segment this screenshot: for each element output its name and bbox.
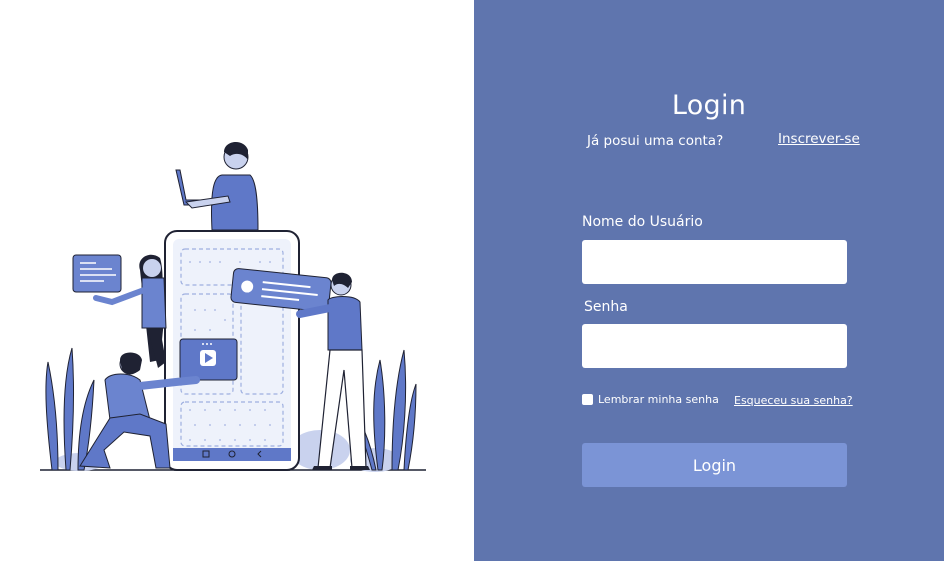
remember-me: Lembrar minha senha (582, 393, 719, 406)
username-label: Nome do Usuário (582, 214, 703, 230)
password-label: Senha (584, 299, 628, 315)
remember-label: Lembrar minha senha (598, 393, 719, 406)
username-input[interactable] (582, 240, 847, 284)
login-button[interactable]: Login (582, 443, 847, 487)
remember-checkbox[interactable] (582, 394, 593, 405)
login-panel: Login Já posui uma conta? Inscrever-se N… (474, 0, 944, 561)
people-with-smartphone-illustration (40, 141, 426, 472)
signup-link[interactable]: Inscrever-se (778, 131, 860, 147)
illustration-panel (0, 0, 474, 561)
has-account-text: Já posui uma conta? (587, 133, 724, 149)
page-title: Login (671, 90, 747, 121)
forgot-password-link[interactable]: Esqueceu sua senha? (734, 394, 853, 407)
password-input[interactable] (582, 324, 847, 368)
